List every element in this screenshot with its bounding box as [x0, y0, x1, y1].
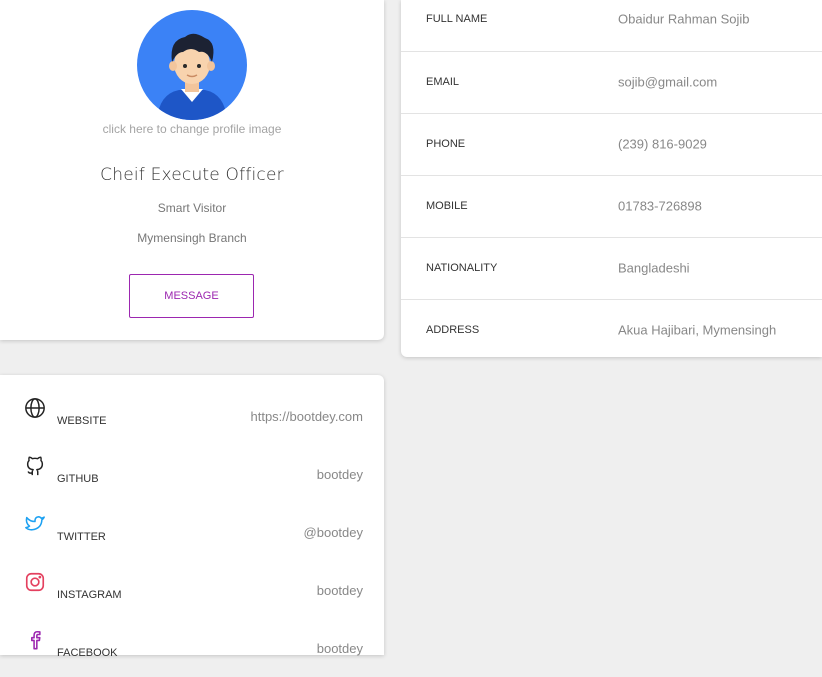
detail-label: PHONE: [426, 138, 466, 150]
detail-row-address: ADDRESS Akua Hajibari, Mymensingh: [401, 299, 822, 361]
social-value[interactable]: bootdey: [317, 641, 363, 656]
detail-value: 01783-726898: [618, 198, 702, 214]
branch-name: Mymensingh Branch: [137, 231, 247, 245]
detail-row-phone: PHONE (239) 816-9029: [401, 113, 822, 175]
detail-value: sojib@gmail.com: [618, 74, 718, 90]
detail-row-nationality: NATIONALITY Bangladeshi: [401, 237, 822, 299]
detail-row-email: EMAIL sojib@gmail.com: [401, 51, 822, 113]
social-item-github[interactable]: GITHUB bootdey: [0, 445, 384, 503]
social-name: TWITTER: [57, 531, 106, 543]
social-item-website[interactable]: WEBSITE https://bootdey.com: [0, 387, 384, 445]
social-value[interactable]: bootdey: [317, 467, 363, 482]
detail-value: Obaidur Rahman Sojib: [618, 11, 750, 27]
avatar[interactable]: [137, 10, 247, 120]
social-item-twitter[interactable]: TWITTER @bootdey: [0, 503, 384, 561]
details-card: FULL NAME Obaidur Rahman Sojib EMAIL soj…: [401, 0, 822, 357]
social-links-card: WEBSITE https://bootdey.com GITHUB bootd…: [0, 375, 384, 659]
detail-value: Bangladeshi: [618, 260, 690, 276]
message-button[interactable]: MESSAGE: [129, 274, 254, 318]
detail-label: FULL NAME: [426, 13, 488, 25]
profile-card: click here to change profile image Cheif…: [0, 0, 384, 340]
social-value[interactable]: @bootdey: [304, 525, 363, 540]
social-name: FACEBOOK: [57, 647, 118, 659]
change-profile-image-link[interactable]: click here to change profile image: [0, 122, 384, 136]
job-title: Cheif Execute Officer: [100, 165, 284, 185]
social-name: INSTAGRAM: [57, 589, 122, 601]
github-icon: [24, 455, 46, 477]
detail-value: (239) 816-9029: [618, 136, 707, 152]
detail-label: MOBILE: [426, 200, 468, 212]
social-value[interactable]: https://bootdey.com: [251, 409, 364, 424]
social-item-facebook[interactable]: FACEBOOK bootdey: [0, 619, 384, 677]
globe-icon: [24, 397, 46, 419]
detail-row-full-name: FULL NAME Obaidur Rahman Sojib: [401, 0, 822, 50]
instagram-icon: [24, 571, 46, 593]
company-name: Smart Visitor: [157, 201, 227, 215]
social-value[interactable]: bootdey: [317, 583, 363, 598]
detail-label: EMAIL: [426, 76, 460, 88]
twitter-icon: [24, 513, 46, 535]
detail-value: Akua Hajibari, Mymensingh: [618, 322, 777, 338]
social-name: GITHUB: [57, 473, 99, 485]
social-name: WEBSITE: [57, 415, 107, 427]
detail-row-mobile: MOBILE 01783-726898: [401, 175, 822, 237]
avatar-image: [137, 10, 247, 120]
social-item-instagram[interactable]: INSTAGRAM bootdey: [0, 561, 384, 619]
detail-label: ADDRESS: [426, 324, 480, 336]
facebook-icon: [24, 629, 46, 651]
detail-label: NATIONALITY: [426, 262, 498, 274]
